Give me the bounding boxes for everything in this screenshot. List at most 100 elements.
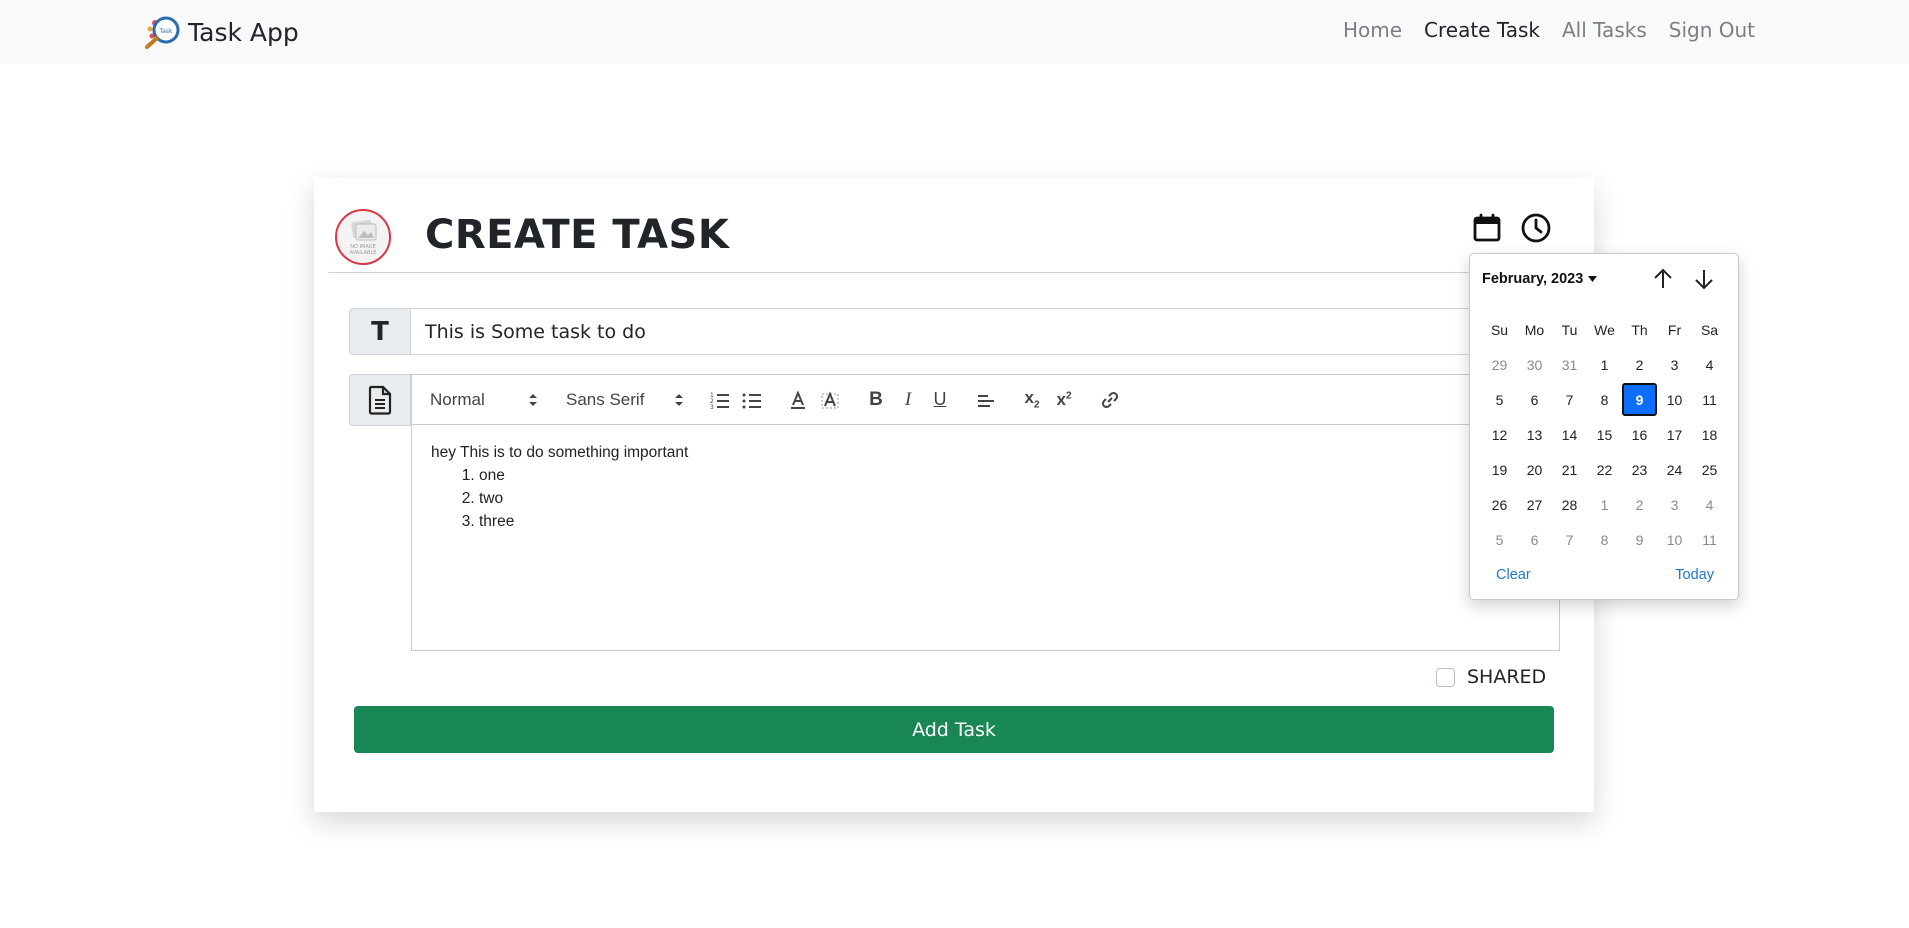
calendar-day[interactable]: 12 xyxy=(1482,418,1517,451)
svg-text:AVAILABLE: AVAILABLE xyxy=(350,250,377,256)
calendar-week-row: 12 13 14 15 16 17 18 xyxy=(1482,417,1727,452)
calendar-day[interactable]: 16 xyxy=(1622,418,1657,451)
weekday-label: Sa xyxy=(1700,321,1719,338)
header-format-select[interactable]: Normal xyxy=(430,385,538,415)
calendar-day[interactable]: 20 xyxy=(1517,453,1552,486)
calendar-day[interactable]: 10 xyxy=(1657,383,1692,416)
svg-text:Task: Task xyxy=(159,28,173,35)
add-task-button[interactable]: Add Task xyxy=(354,706,1554,753)
calendar-day[interactable]: 22 xyxy=(1587,453,1622,486)
calendar-day[interactable]: 27 xyxy=(1517,488,1552,521)
calendar-day[interactable]: 8 xyxy=(1587,383,1622,416)
calendar-day[interactable]: 14 xyxy=(1552,418,1587,451)
nav-home[interactable]: Home xyxy=(1343,18,1402,42)
calendar-day[interactable]: 8 xyxy=(1587,523,1622,556)
bullet-list-button[interactable] xyxy=(736,385,768,415)
link-button[interactable] xyxy=(1094,385,1126,415)
calendar-day[interactable]: 28 xyxy=(1552,488,1587,521)
calendar-day[interactable]: 9 xyxy=(1622,523,1657,556)
calendar-day[interactable]: 7 xyxy=(1552,523,1587,556)
clock-icon[interactable] xyxy=(1520,212,1552,244)
calendar-day[interactable]: 18 xyxy=(1692,418,1727,451)
font-family-select[interactable]: Sans Serif xyxy=(566,385,684,415)
calendar-day[interactable]: 13 xyxy=(1517,418,1552,451)
caret-down-icon xyxy=(1588,276,1598,282)
shared-checkbox[interactable] xyxy=(1436,667,1455,687)
calendar-day[interactable]: 4 xyxy=(1692,348,1727,381)
brand-link[interactable]: Task Task App xyxy=(142,12,299,52)
text-color-button[interactable] xyxy=(782,385,814,415)
editor-content[interactable]: hey This is to do something important on… xyxy=(411,425,1560,651)
weekday-label: Mo xyxy=(1524,321,1545,338)
text-color-icon xyxy=(791,389,805,409)
task-title-input[interactable] xyxy=(411,308,1560,355)
document-icon xyxy=(368,385,392,415)
underline-icon: U xyxy=(933,389,947,409)
list-item: three xyxy=(479,510,1540,533)
month-year-select[interactable]: February, 2023 xyxy=(1482,271,1598,287)
select-updown-icon xyxy=(675,393,683,406)
next-month-button[interactable] xyxy=(1691,266,1717,292)
calendar-day[interactable]: 23 xyxy=(1622,453,1657,486)
bold-button[interactable]: B xyxy=(860,385,892,415)
calendar-day[interactable]: 24 xyxy=(1657,453,1692,486)
brand-title: Task App xyxy=(188,17,299,47)
previous-month-button[interactable] xyxy=(1650,266,1676,292)
italic-button[interactable]: I xyxy=(892,385,924,415)
nav-create-task[interactable]: Create Task xyxy=(1424,18,1540,42)
align-button[interactable] xyxy=(970,385,1002,415)
superscript-button[interactable]: x2 xyxy=(1048,385,1080,415)
create-task-card: NO IMAGE AVAILABLE CREATE TASK T This is… xyxy=(314,178,1594,812)
calendar-day[interactable]: 17 xyxy=(1657,418,1692,451)
calendar-day[interactable]: 31 xyxy=(1552,348,1587,381)
calendar-day[interactable]: 11 xyxy=(1692,383,1727,416)
bullet-list-icon xyxy=(742,393,761,408)
underline-button[interactable]: U xyxy=(924,385,956,415)
calendar-day[interactable]: 4 xyxy=(1692,488,1727,521)
clear-date-button[interactable]: Clear xyxy=(1496,567,1531,583)
calendar-day[interactable]: 26 xyxy=(1482,488,1517,521)
calendar-day[interactable]: 10 xyxy=(1657,523,1692,556)
nav-sign-out[interactable]: Sign Out xyxy=(1669,18,1755,42)
calendar-day[interactable]: 2 xyxy=(1622,348,1657,381)
subscript-button[interactable]: x2 xyxy=(1016,385,1048,415)
calendar-week-row: 19 20 21 22 23 24 25 xyxy=(1482,452,1727,487)
calendar-day[interactable]: 5 xyxy=(1482,523,1517,556)
background-color-icon xyxy=(821,390,839,408)
calendar-day[interactable]: 2 xyxy=(1622,488,1657,521)
link-icon xyxy=(1101,391,1119,408)
calendar-icon[interactable] xyxy=(1471,212,1503,244)
calendar-day[interactable]: 1 xyxy=(1587,348,1622,381)
calendar-day[interactable]: 6 xyxy=(1517,523,1552,556)
calendar-day[interactable]: 7 xyxy=(1552,383,1587,416)
calendar-day[interactable]: 11 xyxy=(1692,523,1727,556)
list-item: two xyxy=(479,487,1540,510)
today-button[interactable]: Today xyxy=(1675,567,1714,583)
arrow-up-icon xyxy=(1654,268,1672,288)
task-image-avatar[interactable]: NO IMAGE AVAILABLE xyxy=(335,209,391,265)
calendar-day-selected[interactable]: 9 xyxy=(1622,383,1657,416)
calendar-day[interactable]: 29 xyxy=(1482,348,1517,381)
nav-all-tasks[interactable]: All Tasks xyxy=(1562,18,1647,42)
calendar-day[interactable]: 19 xyxy=(1482,453,1517,486)
background-color-button[interactable] xyxy=(814,385,846,415)
weekday-label: Su xyxy=(1490,321,1509,338)
navbar: Task Task App Home Create Task All Tasks… xyxy=(0,0,1909,64)
calendar-day[interactable]: 25 xyxy=(1692,453,1727,486)
calendar-day[interactable]: 5 xyxy=(1482,383,1517,416)
calendar-day[interactable]: 1 xyxy=(1587,488,1622,521)
calendar-day[interactable]: 3 xyxy=(1657,488,1692,521)
calendar-day[interactable]: 3 xyxy=(1657,348,1692,381)
title-addon: T xyxy=(349,308,411,355)
rich-text-editor: Normal Sans Serif 1 2 3 B I U x2 x2 hey … xyxy=(411,374,1560,651)
calendar-day[interactable]: 30 xyxy=(1517,348,1552,381)
calendar-day[interactable]: 15 xyxy=(1587,418,1622,451)
editor-text-line: hey This is to do something important xyxy=(431,444,689,461)
bold-icon: B xyxy=(869,388,883,410)
ordered-list-icon: 1 2 3 xyxy=(710,392,729,409)
calendar-day[interactable]: 21 xyxy=(1552,453,1587,486)
ordered-list-button[interactable]: 1 2 3 xyxy=(704,385,736,415)
calendar-day[interactable]: 6 xyxy=(1517,383,1552,416)
shared-checkbox-group[interactable]: SHARED xyxy=(1436,666,1546,688)
weekday-label: Tu xyxy=(1561,321,1578,338)
